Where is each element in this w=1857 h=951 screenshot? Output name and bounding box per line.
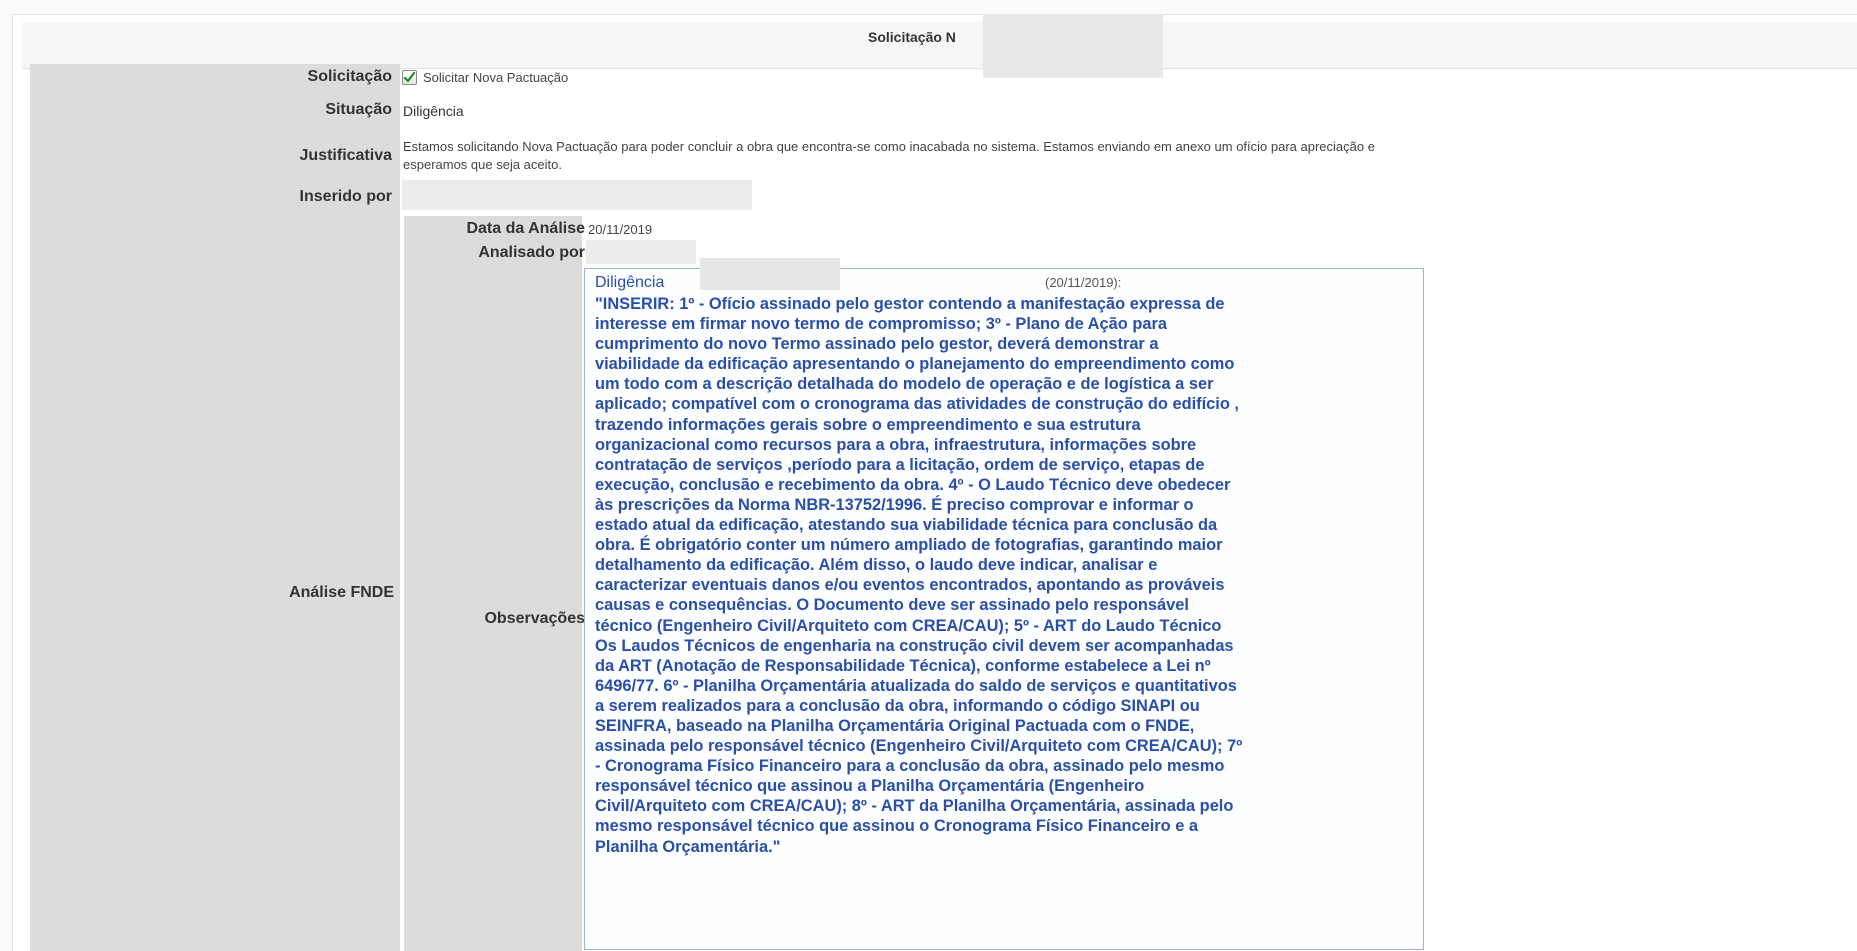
page: Solicitação N Solicitação Solicitar Nova…: [0, 0, 1857, 951]
redacted-analyst-name: [700, 258, 840, 290]
situacao-value: Diligência: [403, 103, 464, 119]
observacoes-date: (20/11/2019):: [1045, 275, 1122, 290]
checkmark-icon: [403, 71, 416, 83]
data-analise-label: Data da Análise: [466, 220, 585, 237]
redacted-analisado-por: [586, 240, 696, 264]
observacoes-status: Diligência: [595, 274, 665, 291]
solicitar-nova-pactuacao-label: Solicitar Nova Pactuação: [423, 70, 569, 85]
analysis-label-column: [404, 216, 582, 951]
observacoes-text: "INSERIR: 1º - Ofício assinado pelo gest…: [595, 295, 1243, 856]
justificativa-line-2: esperamos que seja aceito.: [403, 157, 562, 172]
situacao-label: Situação: [325, 101, 392, 118]
redacted-request-number: [983, 14, 1163, 78]
redacted-inserido-por: [402, 180, 752, 210]
solicitacao-label: Solicitação: [307, 68, 392, 85]
analisado-por-label: Analisado por: [478, 244, 585, 261]
justificativa-label: Justificativa: [299, 147, 392, 164]
data-analise-value: 20/11/2019: [588, 222, 653, 237]
analise-fnde-label: Análise FNDE: [289, 584, 394, 601]
inserido-por-label: Inserido por: [299, 188, 392, 205]
observacoes-label: Observações: [484, 610, 585, 627]
solicitar-nova-pactuacao-checkbox[interactable]: [402, 70, 417, 85]
page-title: Solicitação N: [868, 29, 956, 45]
justificativa-line-1: Estamos solicitando Nova Pactuação para …: [403, 139, 1375, 154]
observacoes-box: Diligência (20/11/2019): "INSERIR: 1º - …: [584, 268, 1424, 950]
